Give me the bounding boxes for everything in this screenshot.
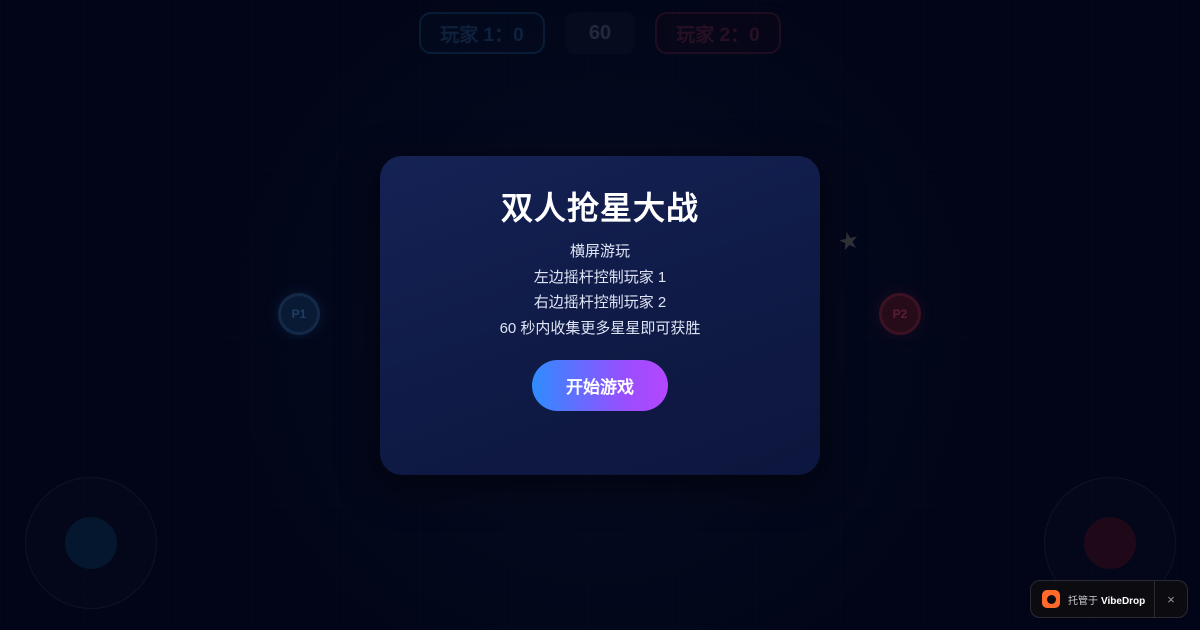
start-dialog: 双人抢星大战 横屏游玩 左边摇杆控制玩家 1 右边摇杆控制玩家 2 60 秒内收… bbox=[380, 156, 820, 475]
game-title: 双人抢星大战 bbox=[500, 190, 699, 226]
badge-prefix: 托管于 bbox=[1068, 595, 1098, 607]
instructions: 横屏游玩 左边摇杆控制玩家 1 右边摇杆控制玩家 2 60 秒内收集更多星星即可… bbox=[380, 239, 820, 341]
hosting-badge[interactable]: 托管于 VibeDrop × bbox=[1030, 580, 1188, 618]
badge-link[interactable]: 托管于 VibeDrop bbox=[1031, 590, 1154, 608]
badge-brand: VibeDrop bbox=[1101, 595, 1146, 607]
instruction-line: 60 秒内收集更多星星即可获胜 bbox=[499, 319, 701, 337]
vibedrop-logo-icon bbox=[1042, 590, 1060, 608]
instruction-line: 左边摇杆控制玩家 1 bbox=[533, 268, 667, 286]
badge-text: 托管于 VibeDrop bbox=[1068, 592, 1145, 607]
start-game-button[interactable]: 开始游戏 bbox=[532, 360, 668, 411]
close-icon[interactable]: × bbox=[1154, 581, 1187, 617]
instruction-line: 横屏游玩 bbox=[569, 243, 630, 260]
instruction-line: 右边摇杆控制玩家 2 bbox=[533, 294, 667, 311]
game-stage: 玩家 1：0 60 玩家 2：0 P1 P2 ★ 双人抢星大战 横屏游玩 左边摇… bbox=[0, 0, 1200, 630]
